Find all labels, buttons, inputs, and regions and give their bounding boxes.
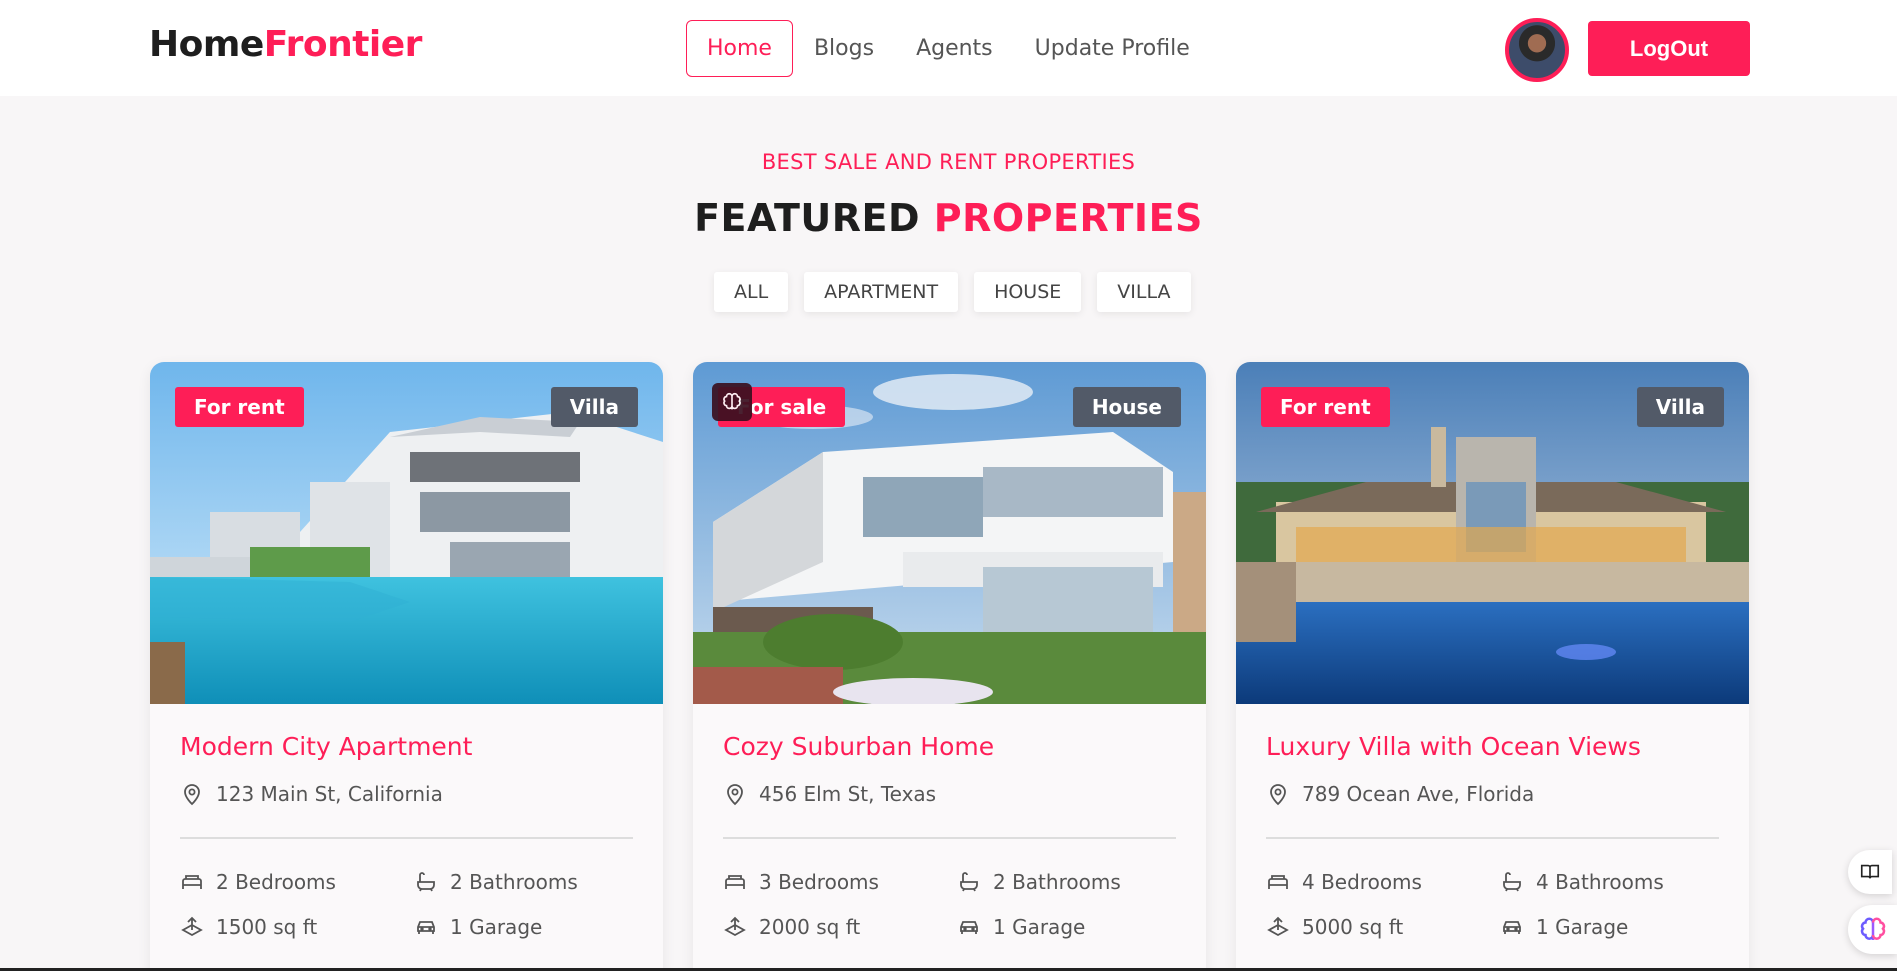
bathrooms-text: 4 Bathrooms xyxy=(1536,870,1664,894)
bed-icon xyxy=(182,875,202,889)
nav-link-home[interactable]: Home xyxy=(686,20,793,77)
bathrooms-text: 2 Bathrooms xyxy=(993,870,1121,894)
bed-icon xyxy=(1268,875,1288,889)
nav-link-agents[interactable]: Agents xyxy=(895,20,1014,77)
bedrooms-text: 2 Bedrooms xyxy=(216,870,336,894)
bathtub-icon xyxy=(417,872,435,892)
logo-part-home: Home xyxy=(149,24,264,65)
property-card[interactable]: For rent Villa Modern City Apartment 123… xyxy=(150,362,663,971)
assistant-widget[interactable] xyxy=(1848,905,1897,954)
property-card[interactable]: For sale House Cozy Suburban Home 456 El… xyxy=(693,362,1206,971)
type-badge: Villa xyxy=(1636,387,1724,427)
logo[interactable]: HomeFrontier xyxy=(149,24,422,65)
garage-text: 1 Garage xyxy=(993,915,1086,939)
status-badge: For rent xyxy=(175,387,304,427)
bathrooms-feature: 2 Bathrooms xyxy=(414,870,578,894)
area-text: 5000 sq ft xyxy=(1302,915,1404,939)
bed-icon xyxy=(725,875,745,889)
garage-text: 1 Garage xyxy=(450,915,543,939)
status-badge: For rent xyxy=(1261,387,1390,427)
area-feature: 1500 sq ft xyxy=(180,915,317,939)
area-feature: 2000 sq ft xyxy=(723,915,860,939)
filter-house[interactable]: HOUSE xyxy=(974,272,1082,312)
area-icon xyxy=(724,916,746,937)
section-kicker: BEST SALE AND RENT PROPERTIES xyxy=(761,150,1136,174)
section-title: FEATURED PROPERTIES xyxy=(0,196,1897,240)
garage-feature: 1 Garage xyxy=(1500,915,1628,939)
garage-feature: 1 Garage xyxy=(414,915,542,939)
section-title-part1: FEATURED xyxy=(694,196,920,240)
reader-widget[interactable] xyxy=(1848,850,1892,894)
bathtub-icon xyxy=(1503,872,1521,892)
divider xyxy=(1266,837,1719,839)
divider xyxy=(723,837,1176,839)
address-text: 789 Ocean Ave, Florida xyxy=(1302,782,1535,806)
area-feature: 5000 sq ft xyxy=(1266,915,1403,939)
bathtub-icon xyxy=(960,872,978,892)
property-card[interactable]: For rent Villa Luxury Villa with Ocean V… xyxy=(1236,362,1749,971)
property-address: 456 Elm St, Texas xyxy=(723,782,936,806)
bathrooms-feature: 4 Bathrooms xyxy=(1500,870,1664,894)
area-text: 1500 sq ft xyxy=(216,915,318,939)
location-pin-icon xyxy=(184,784,200,806)
bathrooms-feature: 2 Bathrooms xyxy=(957,870,1121,894)
location-pin-icon xyxy=(727,784,743,806)
bathrooms-text: 2 Bathrooms xyxy=(450,870,578,894)
garage-feature: 1 Garage xyxy=(957,915,1085,939)
logo-part-frontier: Frontier xyxy=(263,24,423,65)
filter-bar: ALL APARTMENT HOUSE VILLA xyxy=(714,272,1191,312)
address-text: 456 Elm St, Texas xyxy=(759,782,937,806)
address-text: 123 Main St, California xyxy=(216,782,443,806)
property-name[interactable]: Luxury Villa with Ocean Views xyxy=(1266,732,1641,761)
car-icon xyxy=(1503,921,1521,934)
area-icon xyxy=(181,916,203,937)
property-name[interactable]: Cozy Suburban Home xyxy=(723,732,994,761)
property-name[interactable]: Modern City Apartment xyxy=(180,732,472,761)
car-icon xyxy=(417,921,435,934)
property-address: 123 Main St, California xyxy=(180,782,443,806)
user-avatar[interactable] xyxy=(1505,18,1569,82)
type-badge: House xyxy=(1072,387,1181,427)
brain-icon[interactable] xyxy=(712,383,752,421)
area-icon xyxy=(1267,916,1289,937)
type-badge: Villa xyxy=(550,387,638,427)
area-text: 2000 sq ft xyxy=(759,915,861,939)
navbar: HomeFrontier Home Blogs Agents Update Pr… xyxy=(0,0,1897,96)
filter-villa[interactable]: VILLA xyxy=(1097,272,1191,312)
filter-all[interactable]: ALL xyxy=(714,272,789,312)
nav-link-blogs[interactable]: Blogs xyxy=(793,20,895,77)
bedrooms-text: 4 Bedrooms xyxy=(1302,870,1422,894)
book-icon xyxy=(1860,864,1880,879)
divider xyxy=(180,837,633,839)
logout-button[interactable]: LogOut xyxy=(1588,21,1750,76)
section-title-part2: PROPERTIES xyxy=(933,196,1203,240)
bedrooms-text: 3 Bedrooms xyxy=(759,870,879,894)
nav-link-update-profile[interactable]: Update Profile xyxy=(1014,20,1211,77)
garage-text: 1 Garage xyxy=(1536,915,1629,939)
bedrooms-feature: 4 Bedrooms xyxy=(1266,870,1422,894)
filter-apartment[interactable]: APARTMENT xyxy=(804,272,959,312)
bedrooms-feature: 2 Bedrooms xyxy=(180,870,336,894)
nav-menu: Home Blogs Agents Update Profile xyxy=(686,20,1211,77)
bedrooms-feature: 3 Bedrooms xyxy=(723,870,879,894)
property-address: 789 Ocean Ave, Florida xyxy=(1266,782,1534,806)
location-pin-icon xyxy=(1270,784,1286,806)
car-icon xyxy=(960,921,978,934)
brain-icon xyxy=(1860,917,1885,940)
